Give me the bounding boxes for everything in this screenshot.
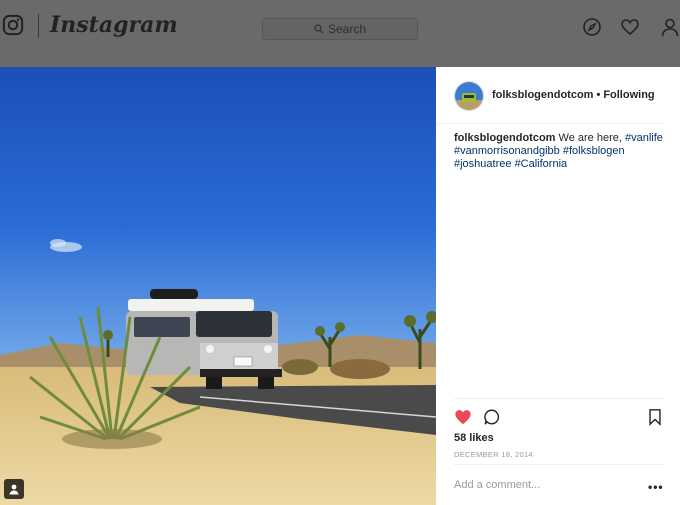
post-username[interactable]: folksblogendotcom <box>492 89 593 101</box>
search-placeholder: Search <box>327 22 367 36</box>
comment-icon[interactable] <box>483 408 501 426</box>
profile-icon[interactable] <box>660 17 680 37</box>
comment-divider <box>454 464 664 465</box>
separator-dot: • <box>596 89 601 101</box>
hashtag-link[interactable]: #joshuatree <box>454 158 512 170</box>
post-header: folksblogendotcom • Following <box>436 67 664 124</box>
caption-username[interactable]: folksblogendotcom <box>454 132 555 144</box>
post-photo[interactable] <box>0 67 436 505</box>
person-tag-icon <box>9 484 19 495</box>
search-input[interactable]: Search <box>262 18 418 40</box>
following-button[interactable]: Following <box>603 89 654 101</box>
hashtag-link[interactable]: #folksblogen <box>563 145 625 157</box>
hashtag-link[interactable]: #vanlife <box>625 132 663 144</box>
heart-activity-icon[interactable] <box>620 17 640 37</box>
actions-divider <box>454 398 664 399</box>
avatar[interactable] <box>454 81 484 111</box>
comment-input[interactable]: Add a comment... <box>454 479 540 491</box>
post-details-panel: folksblogendotcom • Following folksblogend… <box>436 67 680 505</box>
logo-divider <box>38 14 39 38</box>
tagged-people-button[interactable] <box>4 479 24 499</box>
hashtag-link[interactable]: #California <box>515 158 568 170</box>
bookmark-icon[interactable] <box>646 408 664 426</box>
compass-icon[interactable] <box>582 17 602 37</box>
post-date: DECEMBER 18, 2014 <box>454 450 533 459</box>
post-caption: folksblogendotcom We are here, #vanlife … <box>454 132 664 171</box>
like-heart-icon[interactable] <box>454 408 472 426</box>
likes-count[interactable]: 58 likes <box>454 432 494 444</box>
top-navigation-bar: Instagram Search <box>0 0 680 68</box>
instagram-camera-icon[interactable] <box>2 14 24 36</box>
more-options-button[interactable]: ••• <box>648 480 664 494</box>
search-icon <box>314 24 324 34</box>
caption-text: We are here, <box>558 132 622 144</box>
instagram-wordmark[interactable]: Instagram <box>50 12 178 38</box>
hashtag-link[interactable]: #vanmorrisonandgibb <box>454 145 560 157</box>
